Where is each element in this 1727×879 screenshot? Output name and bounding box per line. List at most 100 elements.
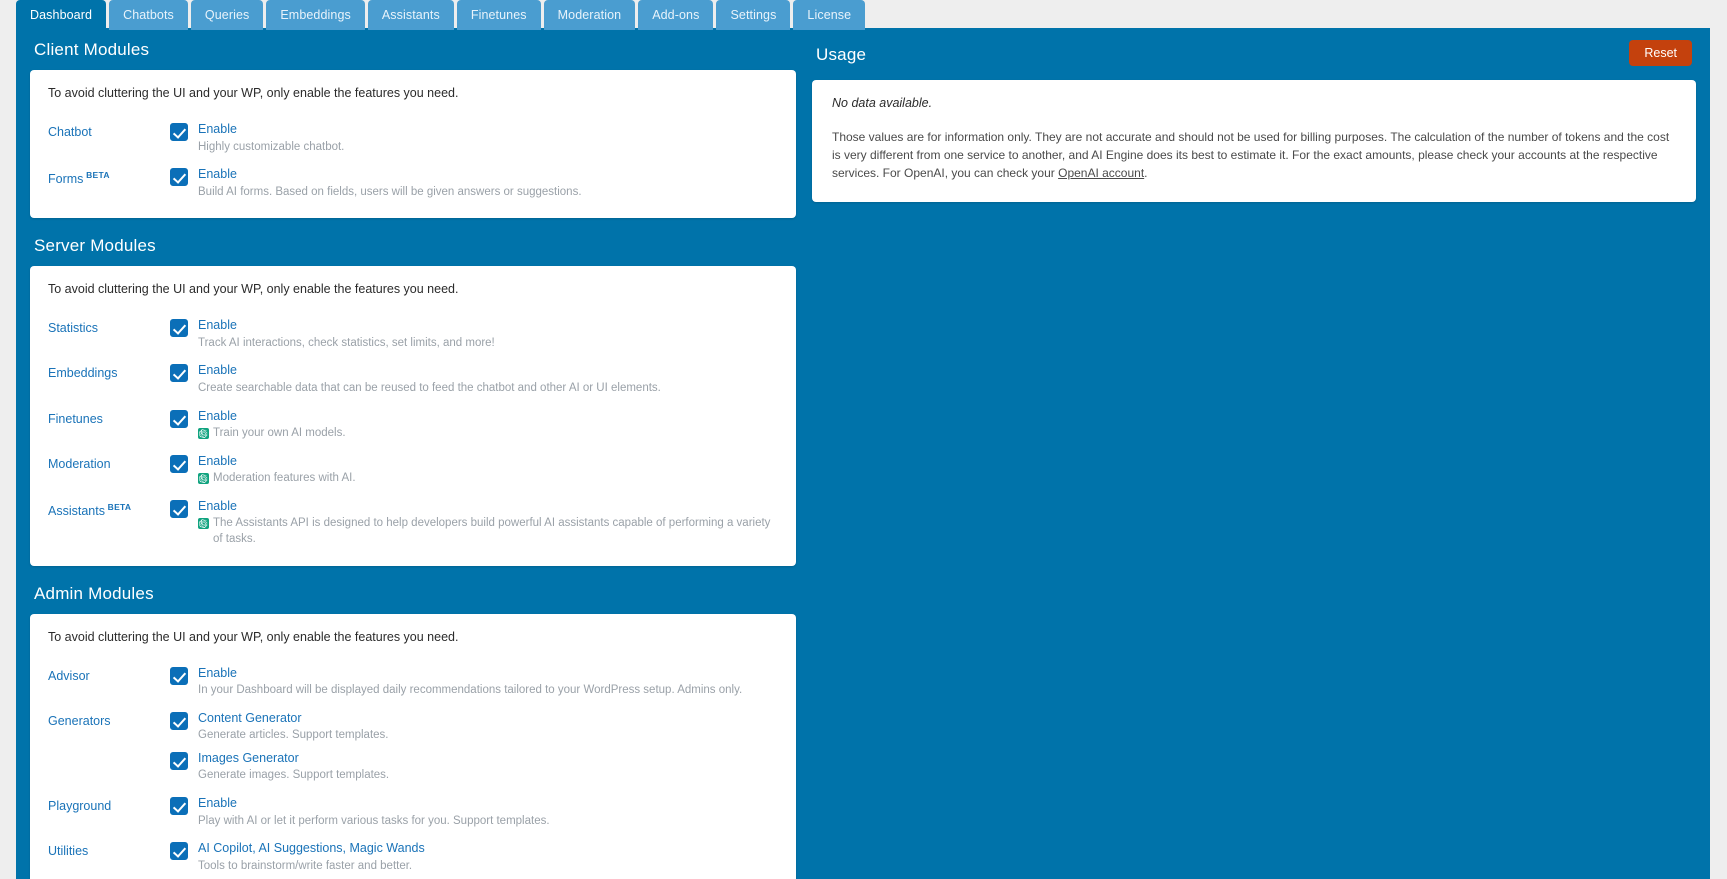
- panel-header: Admin Modules: [30, 584, 796, 614]
- option-title[interactable]: Enable: [198, 363, 778, 379]
- module-label-assistants: Assistants BETA: [48, 499, 170, 519]
- module-option: Images Generator Generate images. Support…: [170, 751, 778, 784]
- tab-license[interactable]: License: [793, 0, 866, 30]
- tab-assistants[interactable]: Assistants: [367, 0, 454, 30]
- module-options: Enable Highly customizable chatbot.: [170, 122, 778, 155]
- option-title[interactable]: Content Generator: [198, 711, 778, 727]
- module-row: Moderation Enable Moderation features with…: [48, 454, 778, 487]
- module-rows-client: Chatbot Enable Highly customizable chatbot…: [48, 122, 778, 200]
- module-options: Enable In your Dashboard will be displaye…: [170, 666, 778, 699]
- usage-disclaimer-part2: .: [1144, 166, 1148, 180]
- option-title[interactable]: Enable: [198, 318, 778, 334]
- module-label-generators: Generators: [48, 711, 170, 729]
- option-description: In your Dashboard will be displayed dail…: [198, 683, 778, 699]
- option-title[interactable]: AI Copilot, AI Suggestions, Magic Wands: [198, 841, 778, 857]
- checkbox-enable[interactable]: [170, 666, 188, 685]
- option-text-wrap: Enable Play with AI or let it perform var…: [198, 796, 778, 829]
- option-description-text: Highly customizable chatbot.: [198, 140, 345, 153]
- module-label-chatbot: Chatbot: [48, 122, 170, 140]
- module-label-text: Moderation: [48, 456, 111, 471]
- module-label-advisor: Advisor: [48, 666, 170, 684]
- module-row: Finetunes Enable Train your own AI models.: [48, 409, 778, 442]
- module-label-embeddings: Embeddings: [48, 363, 170, 381]
- tab-finetunes[interactable]: Finetunes: [456, 0, 541, 30]
- tab-add-ons[interactable]: Add-ons: [638, 0, 714, 30]
- option-description: Track AI interactions, check statistics,…: [198, 336, 778, 352]
- checkbox-enable[interactable]: [170, 364, 188, 383]
- panel-body-admin-modules: To avoid clutter­ing the UI and your WP,…: [30, 613, 796, 879]
- option-description-text: Create searchable data that can be reuse…: [198, 382, 661, 395]
- panel-admin-modules: Admin Modules To avoid clutter­ing the U…: [30, 584, 796, 879]
- tab-embeddings[interactable]: Embeddings: [266, 0, 365, 30]
- module-options: AI Copilot, AI Suggestions, Magic Wands T…: [170, 841, 778, 874]
- module-option: Enable In your Dashboard will be displaye…: [170, 666, 778, 699]
- openai-account-link[interactable]: OpenAI account: [1058, 166, 1144, 180]
- checkbox-enable[interactable]: [170, 796, 188, 815]
- option-title[interactable]: Enable: [198, 666, 778, 682]
- checkbox-content-generator[interactable]: [170, 711, 188, 730]
- reset-button[interactable]: Reset: [1629, 40, 1692, 66]
- option-description: Tools to brainstorm/write faster and bet…: [198, 859, 778, 875]
- left-column: Client Modules To avoid clutter­ing the …: [30, 40, 796, 879]
- panel-server-modules: Server Modules To avoid clutter­ing the …: [30, 236, 796, 566]
- module-row: Advisor Enable In your Dashboard will be d…: [48, 666, 778, 699]
- option-title[interactable]: Enable: [198, 499, 778, 515]
- module-label-text: Embeddings: [48, 366, 118, 381]
- option-text-wrap: Enable The Assistants API is designed to …: [198, 499, 778, 548]
- panel-header: Usage Reset: [812, 40, 1696, 80]
- option-text-wrap: Enable Moderation features with AI.: [198, 454, 778, 487]
- checkbox-images-generator[interactable]: [170, 751, 188, 770]
- module-label-text: Forms: [48, 172, 84, 187]
- module-option: AI Copilot, AI Suggestions, Magic Wands T…: [170, 841, 778, 874]
- module-option: Enable Play with AI or let it perform var…: [170, 796, 778, 829]
- option-text-wrap: Content Generator Generate articles. Supp…: [198, 711, 778, 744]
- tab-moderation[interactable]: Moderation: [543, 0, 636, 30]
- module-option: Content Generator Generate articles. Supp…: [170, 711, 778, 744]
- option-description-text: Moderation features with AI.: [213, 472, 356, 485]
- panel-body-server-modules: To avoid clutter­ing the UI and your WP,…: [30, 266, 796, 566]
- tab-dashboard[interactable]: Dashboard: [16, 0, 107, 30]
- option-title[interactable]: Enable: [198, 409, 778, 425]
- usage-no-data-text: No data available.: [832, 96, 933, 110]
- option-description-text: Generate articles. Support templates.: [198, 729, 389, 742]
- module-label-finetunes: Finetunes: [48, 409, 170, 427]
- option-text-wrap: Enable In your Dashboard will be displaye…: [198, 666, 778, 699]
- option-description: Create searchable data that can be reuse…: [198, 381, 778, 397]
- option-title[interactable]: Enable: [198, 796, 778, 812]
- tab-settings[interactable]: Settings: [716, 0, 791, 30]
- panel-usage: Usage Reset No data available. Those val…: [812, 40, 1696, 202]
- module-option: Enable Train your own AI models.: [170, 409, 778, 442]
- module-options: Enable Moderation features with AI.: [170, 454, 778, 487]
- option-description-text: The Assistants API is designed to help d…: [213, 517, 771, 545]
- checkbox-enable[interactable]: [170, 499, 188, 518]
- option-description-text: In your Dashboard will be displayed dail…: [198, 684, 743, 697]
- option-title[interactable]: Images Generator: [198, 751, 778, 767]
- option-description: The Assistants API is designed to help d…: [198, 516, 778, 547]
- tab-queries[interactable]: Queries: [190, 0, 264, 30]
- checkbox-enable[interactable]: [170, 123, 188, 141]
- checkbox-enable[interactable]: [170, 319, 188, 338]
- module-label-text: Assistants: [48, 504, 105, 518]
- module-option: Enable Create searchable data that can be…: [170, 363, 778, 396]
- checkbox-enable[interactable]: [170, 168, 188, 187]
- option-description: Train your own AI models.: [198, 426, 778, 442]
- option-title[interactable]: Enable: [198, 167, 778, 183]
- tab-chatbots[interactable]: Chatbots: [109, 0, 188, 30]
- option-description-text: Track AI interactions, check statistics,…: [198, 336, 495, 349]
- module-label-playground: Playground: [48, 796, 170, 814]
- module-options: Enable Build AI forms. Based on fields, u…: [170, 167, 778, 200]
- panel-header: Server Modules: [30, 236, 796, 266]
- option-title[interactable]: Enable: [198, 122, 778, 138]
- checkbox-ai-copilot-ai-suggestions-magic-wands[interactable]: [170, 842, 188, 861]
- checkbox-enable[interactable]: [170, 409, 188, 428]
- beta-badge: BETA: [83, 170, 110, 181]
- module-label-text: Utilities: [48, 844, 89, 859]
- option-text-wrap: Enable Track AI interactions, check stati…: [198, 318, 778, 351]
- panel-header: Client Modules: [30, 40, 796, 70]
- option-description: Moderation features with AI.: [198, 471, 778, 487]
- option-text-wrap: AI Copilot, AI Suggestions, Magic Wands T…: [198, 841, 778, 874]
- module-option: Enable Track AI interactions, check stati…: [170, 318, 778, 351]
- option-title[interactable]: Enable: [198, 454, 778, 470]
- openai-icon: [198, 473, 209, 485]
- checkbox-enable[interactable]: [170, 454, 188, 473]
